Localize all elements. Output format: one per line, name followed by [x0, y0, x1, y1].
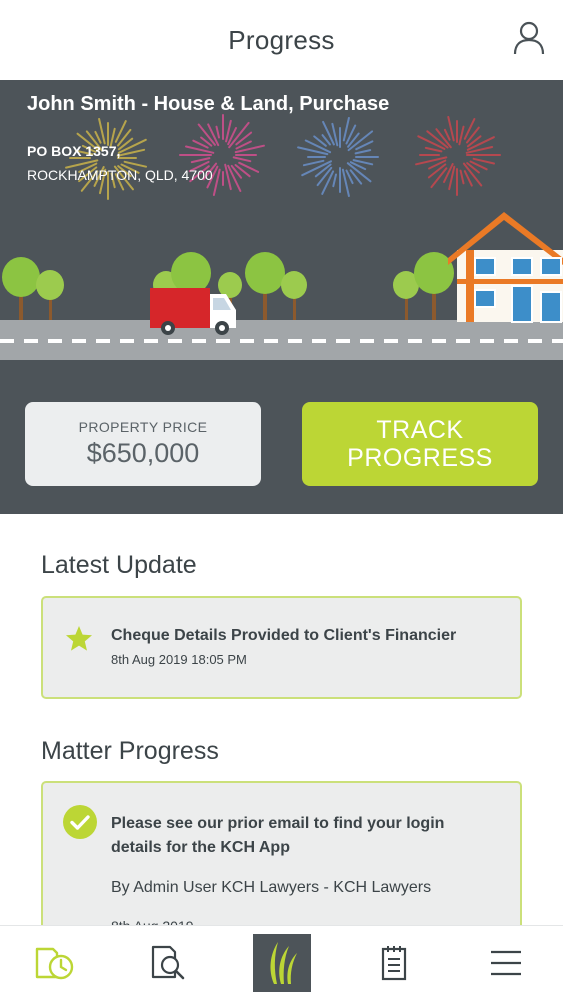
document-search-icon — [151, 945, 185, 980]
top-bar: Progress — [0, 0, 563, 80]
firework-spark — [443, 128, 451, 141]
firework-spark — [321, 170, 335, 195]
matter-title: John Smith - House & Land, Purchase — [27, 93, 390, 115]
property-price-value: $650,000 — [86, 438, 200, 468]
notepad-icon — [381, 946, 407, 981]
star-icon — [66, 626, 92, 651]
firework-spark — [332, 173, 337, 188]
firework-spark — [215, 125, 220, 139]
house-graphic — [448, 212, 563, 323]
firework-spark — [232, 156, 252, 163]
address-line-2: ROCKHAMPTON, QLD, 4700 — [27, 167, 213, 183]
app-screen: Progress John Smith - House & Land, Purc… — [0, 0, 563, 1000]
track-progress-label-line2: PROGRESS — [347, 444, 493, 472]
firework-spark — [424, 146, 443, 153]
firework-spark — [190, 157, 211, 164]
bottom-navigation — [0, 925, 563, 1000]
latest-update-heading: Latest Update — [41, 551, 197, 579]
property-price-card: PROPERTY PRICE $650,000 — [25, 402, 261, 486]
progress-clock-icon — [35, 947, 74, 980]
firework-spark — [302, 159, 325, 167]
firework-spark — [354, 149, 372, 155]
firework-spark — [458, 125, 465, 146]
firework-spark — [185, 145, 215, 154]
menu-icon — [491, 950, 521, 976]
firework-spark — [352, 159, 374, 166]
kch-logo-icon — [270, 942, 297, 984]
nav-menu[interactable] — [477, 934, 535, 992]
nav-home-logo[interactable] — [253, 934, 311, 992]
profile-button[interactable] — [509, 16, 549, 60]
property-price-label: PROPERTY PRICE — [78, 419, 208, 435]
matter-progress-author: By Admin User KCH Lawyers - KCH Lawyers — [111, 879, 432, 896]
nav-progress[interactable] — [26, 934, 84, 992]
firework-spark — [94, 130, 102, 144]
latest-update-card[interactable]: Cheque Details Provided to Client's Fina… — [41, 596, 522, 699]
matter-progress-heading: Matter Progress — [41, 737, 219, 765]
user-icon — [513, 21, 545, 55]
latest-update-date: 8th Aug 2019 18:05 PM — [111, 652, 247, 667]
nav-notes[interactable] — [365, 934, 423, 992]
firework-spark — [342, 117, 350, 142]
address-line-1: PO BOX 1357, — [27, 143, 121, 159]
matter-progress-text: Please see our prior email to find your … — [111, 815, 445, 856]
firework-spark — [472, 157, 495, 165]
matter-hero: John Smith - House & Land, Purchase PO B… — [0, 80, 563, 514]
page-title: Progress — [228, 24, 335, 55]
checkmark-icon — [63, 805, 97, 839]
firework-spark — [123, 160, 147, 168]
firework-spark — [459, 169, 465, 185]
firework-spark — [430, 167, 448, 189]
track-progress-label-line1: TRACK — [376, 416, 464, 444]
truck-graphic — [150, 288, 236, 335]
track-progress-button[interactable]: TRACK PROGRESS — [302, 402, 538, 486]
latest-update-text: Cheque Details Provided to Client's Fina… — [111, 627, 457, 644]
nav-documents[interactable] — [139, 934, 197, 992]
